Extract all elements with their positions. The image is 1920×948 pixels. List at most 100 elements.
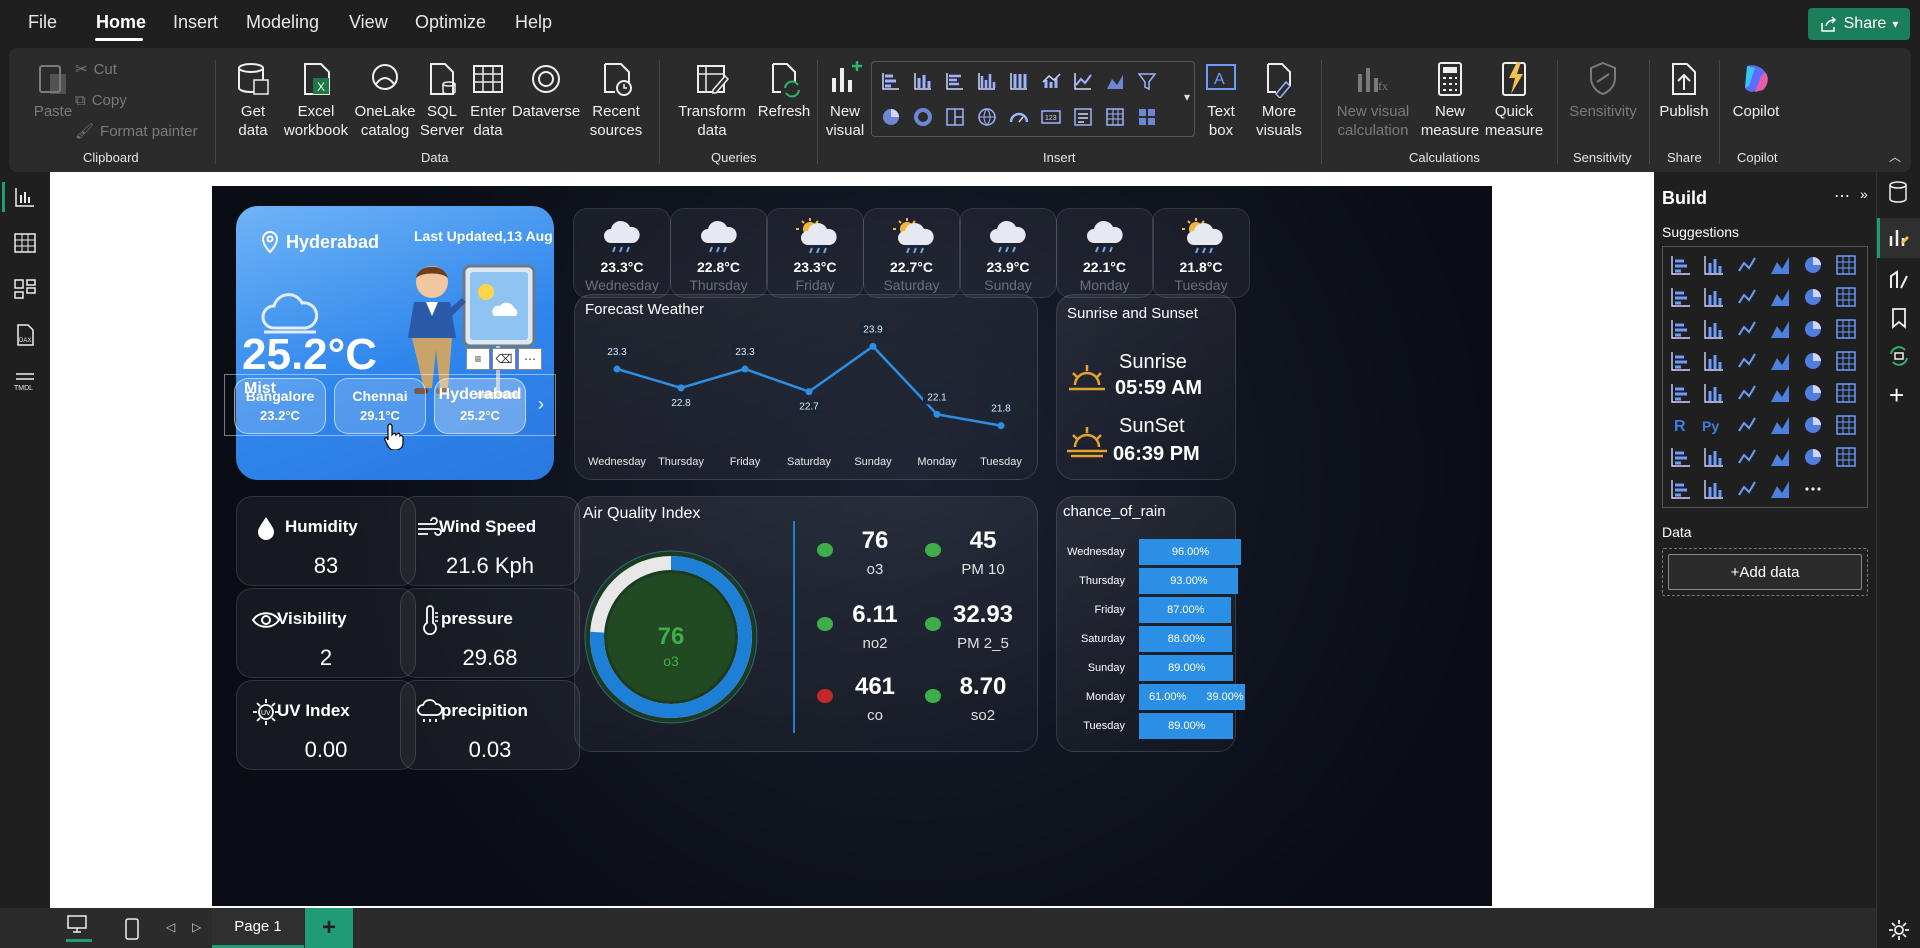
filter-icon[interactable]: ≡ xyxy=(466,348,490,370)
forecast-day-card[interactable]: 22.8°C Thursday xyxy=(669,208,768,298)
visual-gallery[interactable]: 123 ▾ xyxy=(871,61,1195,137)
funnel-chart-icon[interactable] xyxy=(1735,317,1759,341)
key-influencers-icon[interactable] xyxy=(1735,413,1759,437)
funnel-chart-icon[interactable] xyxy=(1136,70,1158,92)
cut-button[interactable]: ✂ Cut xyxy=(75,60,117,79)
format-painter-button[interactable]: 🖌 Format painter xyxy=(75,122,198,141)
gallery-expand-icon[interactable]: ▾ xyxy=(1184,90,1190,104)
stacked-column-100-icon[interactable] xyxy=(1834,253,1858,277)
forecast-day-card[interactable]: 23.3°C Friday xyxy=(766,208,864,298)
sunrise-sunset-card[interactable]: Sunrise and Sunset Sunrise 05:59 AM SunS… xyxy=(1056,294,1236,480)
add-data-button[interactable]: +Add data xyxy=(1668,554,1862,590)
data-pane-icon[interactable] xyxy=(1887,180,1909,204)
city-button-chennai[interactable]: Chennai 29.1°C xyxy=(334,378,426,434)
city-button-bangalore[interactable]: Bangalore 23.2°C xyxy=(234,378,326,434)
model-view-icon[interactable] xyxy=(12,276,38,302)
forecast-day-card[interactable]: 21.8°C Tuesday xyxy=(1152,208,1250,298)
goals-icon[interactable] xyxy=(1834,445,1858,469)
area-chart-icon[interactable] xyxy=(1702,285,1726,309)
menu-modeling[interactable]: Modeling xyxy=(246,12,319,33)
visibility-card[interactable]: Visibility 2 xyxy=(236,588,416,678)
waterfall-chart-icon[interactable] xyxy=(1702,317,1726,341)
menu-help[interactable]: Help xyxy=(515,12,552,33)
gauge-icon[interactable] xyxy=(1008,106,1030,128)
trophy-icon[interactable] xyxy=(1669,445,1693,469)
add-page-button[interactable]: + xyxy=(305,908,353,948)
map-icon[interactable] xyxy=(1702,349,1726,373)
area-100-icon[interactable] xyxy=(1768,285,1792,309)
forecast-day-card[interactable]: 22.7°C Saturday xyxy=(862,208,961,298)
report-view-icon[interactable] xyxy=(12,184,38,210)
prev-page-icon[interactable]: ◁ xyxy=(166,920,175,934)
stacked-area-icon[interactable] xyxy=(1735,285,1759,309)
wind-speed-card[interactable]: Wind Speed 21.6 Kph xyxy=(400,496,580,586)
power-automate-icon[interactable] xyxy=(1801,445,1825,469)
power-apps-logo-icon[interactable] xyxy=(1702,477,1726,501)
r-visual-icon[interactable]: R xyxy=(1669,413,1693,437)
mobile-layout-icon[interactable] xyxy=(124,918,140,940)
get-data-button[interactable]: Get data xyxy=(225,60,281,140)
more-visuals-button[interactable]: More visuals xyxy=(1247,60,1311,140)
chance-of-rain-chart[interactable]: chance_of_rain Wednesday 96.00% Thursday 93… xyxy=(1056,496,1245,752)
recent-sources-button[interactable]: Recent sources xyxy=(583,60,649,140)
stacked-column-chart-icon[interactable] xyxy=(1702,253,1726,277)
sensitivity-button[interactable]: Sensitivity xyxy=(1563,60,1643,121)
format-pane-icon[interactable] xyxy=(1887,268,1911,292)
tmdl-view-icon[interactable]: TMDL xyxy=(12,368,38,394)
add-pane-icon[interactable]: + xyxy=(1889,380,1904,411)
stacked-bar-100-icon[interactable] xyxy=(1801,253,1825,277)
stacked-column-100-icon[interactable] xyxy=(1008,70,1030,92)
collapse-pane-icon[interactable]: » xyxy=(1860,186,1868,202)
fluent-icon[interactable] xyxy=(1768,477,1792,501)
sync-slicers-icon[interactable] xyxy=(1887,344,1911,368)
menu-insert[interactable]: Insert xyxy=(173,12,218,33)
stacked-column-chart-icon[interactable] xyxy=(912,70,934,92)
precipitation-card[interactable]: precipition 0.03 xyxy=(400,680,580,770)
enter-data-button[interactable]: Enter data xyxy=(467,60,509,140)
multi-row-card-icon[interactable] xyxy=(1702,381,1726,405)
gauge-icon[interactable] xyxy=(1834,349,1858,373)
clustered-bar-chart-icon[interactable] xyxy=(1735,253,1759,277)
air-quality-card[interactable]: Air Quality Index 76 o3 76 o3 45 PM 10 6.11 n… xyxy=(574,496,1038,752)
donut-chart-icon[interactable] xyxy=(1834,317,1858,341)
table-visual-icon[interactable] xyxy=(1104,106,1126,128)
more-options-icon[interactable]: ⋯ xyxy=(518,348,542,370)
azure-map-icon[interactable] xyxy=(1801,349,1825,373)
forecast-weather-chart[interactable]: Forecast Weather 23.3 Wednesday 22.8 Thursd… xyxy=(574,294,1038,480)
ribbon-chart-icon[interactable] xyxy=(1669,317,1693,341)
paginated-report-icon[interactable] xyxy=(1702,445,1726,469)
narrative-icon[interactable] xyxy=(1834,413,1858,437)
paste-button[interactable]: Paste xyxy=(23,60,83,121)
pressure-card[interactable]: pressure 29.68 xyxy=(400,588,580,678)
stacked-bar-chart-icon[interactable] xyxy=(880,70,902,92)
area-chart-icon[interactable] xyxy=(1104,70,1126,92)
menu-file[interactable]: File xyxy=(28,12,57,33)
menu-view[interactable]: View xyxy=(349,12,388,33)
new-visual-button[interactable]: New visual xyxy=(821,60,869,140)
menu-optimize[interactable]: Optimize xyxy=(415,12,486,33)
line-chart-icon[interactable] xyxy=(1072,70,1094,92)
refresh-button[interactable]: Refresh xyxy=(755,60,813,121)
treemap-icon[interactable] xyxy=(1669,349,1693,373)
new-measure-button[interactable]: New measure xyxy=(1419,60,1481,140)
power-automate-logo-icon[interactable] xyxy=(1735,477,1759,501)
dataverse-button[interactable]: Dataverse xyxy=(511,60,581,121)
uv-index-card[interactable]: UV UV Index 0.00 xyxy=(236,680,416,770)
humidity-card[interactable]: Humidity 83 xyxy=(236,496,416,586)
power-apps-icon[interactable] xyxy=(1768,445,1792,469)
clustered-column-chart-icon[interactable] xyxy=(1768,253,1792,277)
collapse-ribbon-icon[interactable]: ︿ xyxy=(1889,148,1901,165)
filled-map-icon[interactable] xyxy=(1735,349,1759,373)
copilot-button[interactable]: Copilot xyxy=(1725,60,1787,121)
publish-button[interactable]: Publish xyxy=(1655,60,1713,121)
sql-server-button[interactable]: SQL Server xyxy=(419,60,465,140)
scatter-chart-icon[interactable] xyxy=(1768,317,1792,341)
menu-home[interactable]: Home xyxy=(96,12,146,33)
table-visual-icon[interactable] xyxy=(1801,381,1825,405)
bookmark-icon[interactable] xyxy=(1887,306,1911,330)
map-icon[interactable] xyxy=(976,106,998,128)
city-button-hyderabad[interactable]: Hyderabad 25.2°C xyxy=(434,378,526,434)
pie-chart-icon[interactable] xyxy=(880,106,902,128)
metrics-icon[interactable] xyxy=(1735,445,1759,469)
more-options-icon[interactable]: ⋯ xyxy=(1834,186,1850,206)
